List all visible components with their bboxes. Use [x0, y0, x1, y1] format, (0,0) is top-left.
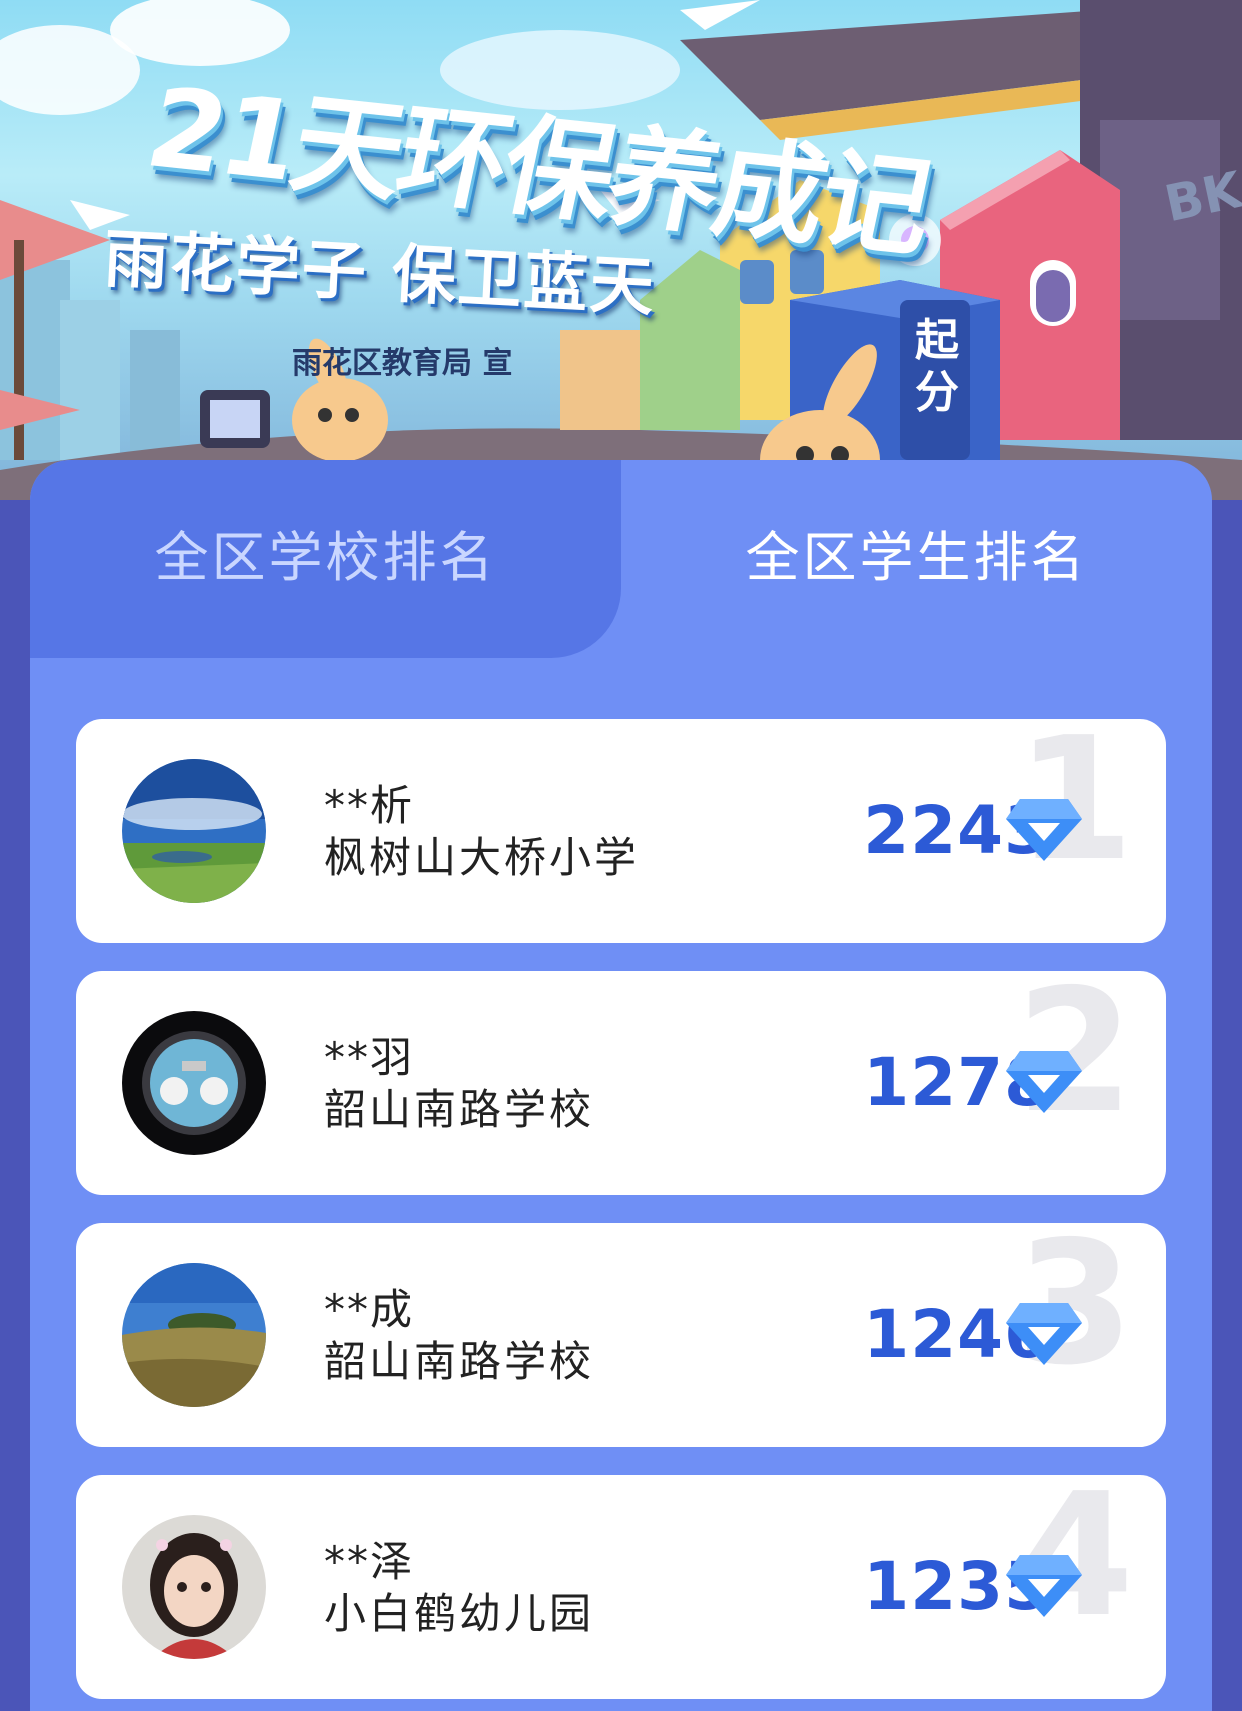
diamond-icon — [1006, 1555, 1082, 1617]
hill-photo-avatar — [122, 1263, 266, 1407]
student-name: **析 — [324, 781, 415, 830]
tab-label: 全区学生排名 — [745, 525, 1088, 589]
school-name: 韶山南路学校 — [324, 1337, 595, 1386]
event-banner: 21天环保养成记 雨花学子 保卫蓝天 雨花区教育局 宣 起 分 BK — [0, 0, 1242, 500]
list-item[interactable]: 2 **羽 韶山南路学校 1278 — [76, 971, 1166, 1195]
list-item[interactable]: 4 **泽 小白鹤幼儿园 1235 — [76, 1475, 1166, 1699]
sign-char: 起 — [915, 315, 959, 366]
recycling-box-sign: 起 分 — [905, 315, 969, 419]
list-item[interactable]: 3 **成 韶山南路学校 1246 — [76, 1223, 1166, 1447]
student-ranking-list: 1 **析 枫树山大桥小学 2243 2 — [76, 719, 1166, 1711]
child-photo-avatar — [122, 1515, 266, 1659]
banner-sponsor: 雨花区教育局 宣 — [292, 346, 513, 381]
school-name: 枫树山大桥小学 — [324, 833, 640, 882]
tab-label: 全区学校排名 — [154, 525, 497, 589]
sign-char: 分 — [915, 367, 959, 418]
student-name: **成 — [324, 1285, 415, 1334]
diamond-icon — [1006, 799, 1082, 861]
list-item[interactable]: 1 **析 枫树山大桥小学 2243 — [76, 719, 1166, 943]
student-name: **羽 — [324, 1033, 415, 1082]
ranking-panel: 全区学校排名 全区学生排名 1 **析 枫树山大桥小学 2243 — [30, 460, 1212, 1711]
tab-school-ranking[interactable]: 全区学校排名 — [30, 460, 621, 658]
school-name: 小白鹤幼儿园 — [324, 1589, 595, 1638]
diamond-icon — [1006, 1051, 1082, 1113]
diamond-icon — [1006, 1303, 1082, 1365]
watch-photo-avatar — [122, 1011, 266, 1155]
student-name: **泽 — [324, 1537, 415, 1586]
landscape-photo-avatar — [122, 759, 266, 903]
tab-student-ranking[interactable]: 全区学生排名 — [621, 460, 1212, 658]
school-name: 韶山南路学校 — [324, 1085, 595, 1134]
